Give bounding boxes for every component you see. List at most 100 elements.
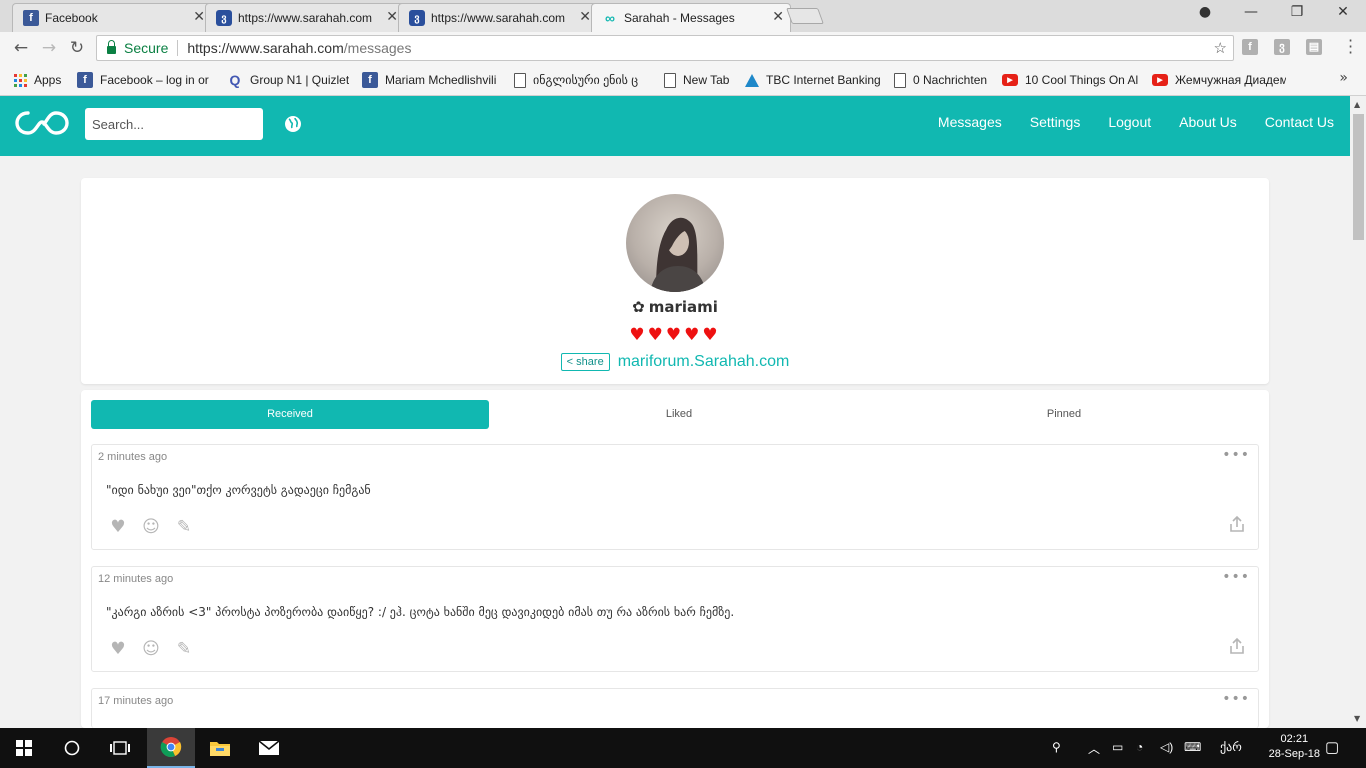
facebook-extension-icon[interactable]: f [1242, 39, 1258, 55]
nav-settings[interactable]: Settings [1030, 114, 1081, 130]
restore-icon[interactable]: ❐ [1274, 4, 1320, 20]
keyboard-icon[interactable]: ⌨ [1184, 740, 1201, 754]
volume-icon[interactable]: ◁) [1160, 740, 1173, 754]
bookmark-mariam[interactable]: f Mariam Mchedlishvili [362, 71, 500, 89]
tab-liked[interactable]: Liked [480, 400, 878, 429]
browser-tab-messages[interactable]: ∞ Sarahah - Messages ✕ [591, 3, 791, 32]
scroll-down-icon[interactable]: ▼ [1354, 714, 1360, 723]
minimize-icon[interactable]: — [1228, 4, 1274, 20]
browser-toolbar: ← → ↻ Secure https://www.sarahah.com /me… [0, 32, 1366, 64]
new-tab-button[interactable] [786, 8, 824, 24]
sarahah-icon: ვ [409, 10, 425, 26]
nav-messages[interactable]: Messages [938, 114, 1002, 130]
top-nav: Messages Settings Logout About Us Contac… [938, 114, 1334, 130]
youtube-icon: ▶ [1152, 74, 1168, 86]
bookmark-youtube-2[interactable]: ▶ Жемчужная Диадема [1152, 71, 1286, 89]
cortana-search-icon[interactable] [48, 728, 96, 768]
pin-icon[interactable]: ✎ [174, 639, 194, 659]
bookmark-label: Жемчужная Диадема [1175, 73, 1286, 87]
bookmark-label: Group N1 | Quizlet [250, 73, 350, 87]
bookmark-label: 0 Nachrichten [913, 73, 988, 87]
share-out-icon[interactable] [1228, 637, 1246, 655]
nav-logout[interactable]: Logout [1108, 114, 1151, 130]
people-icon[interactable]: ⚲ [1052, 740, 1061, 754]
messages-panel: Received Liked Pinned [81, 390, 1269, 728]
search-input[interactable] [85, 108, 263, 140]
more-options-icon[interactable]: ••• [1222, 691, 1250, 707]
quizlet-icon: Q [229, 72, 241, 88]
sarahah-logo-icon[interactable] [14, 110, 70, 136]
browser-tab-sarahah-1[interactable]: ვ https://www.sarahah.com ✕ [205, 3, 405, 32]
message-actions: ♥ ☺ ✎ [108, 639, 194, 659]
sarahah-icon: ვ [216, 10, 232, 26]
extension-icon[interactable]: ▤ [1306, 39, 1322, 55]
globe-icon[interactable] [284, 115, 302, 133]
bookmark-quizlet[interactable]: Q Group N1 | Quizlet [227, 71, 350, 89]
smiley-icon[interactable]: ☺ [141, 517, 161, 537]
page-scrollbar[interactable]: ▲ ▼ [1350, 96, 1366, 728]
gear-icon[interactable]: ✿ [632, 298, 645, 316]
smiley-icon[interactable]: ☺ [141, 639, 161, 659]
pin-icon[interactable]: ✎ [174, 517, 194, 537]
system-clock[interactable]: 02:21 28-Sep-18 [1269, 732, 1320, 762]
share-label: share [576, 356, 604, 368]
chrome-taskbar-icon[interactable] [147, 728, 195, 768]
bookmarks-bar: Apps f Facebook – log in or s Q Group N1… [0, 64, 1366, 96]
forward-arrow-icon[interactable]: → [37, 38, 61, 58]
wifi-icon[interactable]: ◔ [1136, 740, 1143, 754]
facebook-icon: f [23, 10, 39, 26]
more-options-icon[interactable]: ••• [1222, 569, 1250, 585]
profile-link[interactable]: mariforum.Sarahah.com [618, 353, 790, 371]
bookmark-nachrichten[interactable]: 0 Nachrichten [894, 71, 987, 89]
bookmark-facebook[interactable]: f Facebook – log in or s [77, 71, 212, 89]
share-button[interactable]: < share [560, 353, 610, 371]
close-window-icon[interactable]: ✕ [1320, 4, 1366, 20]
scroll-up-icon[interactable]: ▲ [1354, 100, 1360, 109]
tray-chevron-icon[interactable]: ︿ [1088, 740, 1100, 757]
task-view-icon[interactable] [96, 728, 144, 768]
input-language[interactable]: ქარ [1220, 740, 1242, 754]
clock-time: 02:21 [1280, 733, 1309, 745]
windows-start-icon[interactable] [0, 728, 48, 768]
bookmark-tbc[interactable]: TBC Internet Banking [745, 71, 881, 89]
sarahah-extension-icon[interactable]: ვ [1274, 39, 1290, 55]
profile-icon[interactable]: ● [1182, 4, 1228, 20]
tbc-bank-icon [745, 73, 759, 87]
tab-title: Facebook [45, 11, 98, 25]
like-heart-icon[interactable]: ♥ [108, 639, 128, 659]
reload-icon[interactable]: ↻ [65, 38, 89, 58]
back-arrow-icon[interactable]: ← [9, 38, 33, 58]
bookmark-star-icon[interactable]: ☆ [1214, 39, 1227, 57]
chrome-menu-icon[interactable]: · · · [1348, 33, 1353, 61]
battery-icon[interactable]: ▭ [1112, 740, 1123, 754]
bookmark-label: Facebook – log in or s [100, 73, 212, 87]
browser-tab-sarahah-2[interactable]: ვ https://www.sarahah.com ✕ [398, 3, 598, 32]
infinity-icon: ∞ [605, 10, 615, 26]
bookmark-english[interactable]: ინგლისური ენის ც [514, 71, 650, 89]
tab-received[interactable]: Received [91, 400, 489, 429]
share-out-icon[interactable] [1228, 515, 1246, 533]
nav-contact-us[interactable]: Contact Us [1265, 114, 1334, 130]
close-icon[interactable]: ✕ [579, 10, 591, 24]
mail-icon[interactable] [245, 728, 293, 768]
windows-taskbar: ⚲ ︿ ▭ ◔ ◁) ⌨ ქარ 02:21 28-Sep-18 ▢ [0, 728, 1366, 768]
close-icon[interactable]: ✕ [386, 10, 398, 24]
scroll-thumb[interactable] [1353, 114, 1364, 240]
file-explorer-icon[interactable] [196, 728, 244, 768]
tab-pinned[interactable]: Pinned [865, 400, 1263, 429]
like-heart-icon[interactable]: ♥ [108, 517, 128, 537]
bookmark-youtube-1[interactable]: ▶ 10 Cool Things On Al [1002, 71, 1138, 89]
nav-about-us[interactable]: About Us [1179, 114, 1237, 130]
share-row: < share mariforum.Sarahah.com [81, 353, 1269, 371]
browser-tab-strip: f Facebook ✕ ვ https://www.sarahah.com ✕… [0, 0, 1366, 32]
browser-tab-facebook[interactable]: f Facebook ✕ [12, 3, 212, 32]
message-actions: ♥ ☺ ✎ [108, 517, 194, 537]
bookmarks-overflow-button[interactable]: » [1339, 70, 1348, 86]
notifications-icon[interactable]: ▢ [1325, 738, 1339, 756]
bookmark-apps[interactable]: Apps [14, 71, 61, 89]
close-icon[interactable]: ✕ [193, 10, 205, 24]
close-icon[interactable]: ✕ [772, 10, 784, 24]
bookmark-new-tab[interactable]: New Tab [664, 71, 729, 89]
more-options-icon[interactable]: ••• [1222, 447, 1250, 463]
address-bar[interactable]: Secure https://www.sarahah.com /messages… [96, 35, 1234, 61]
